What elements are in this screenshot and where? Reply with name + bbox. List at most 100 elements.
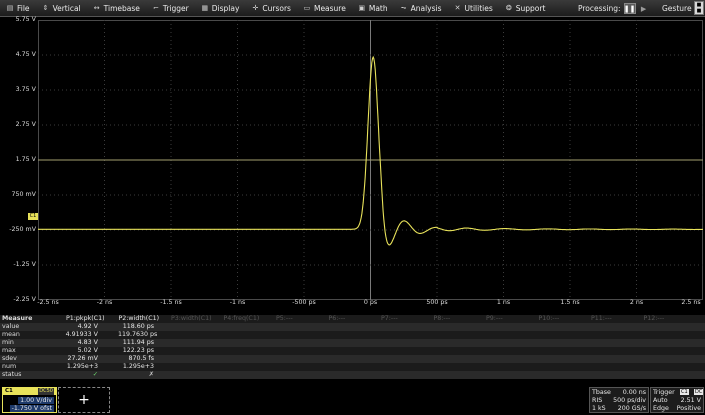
measure-p2-value: 1.295e+3 [122,363,154,370]
measure-p2-value: 118.60 ps [122,323,154,330]
measure-row-status: status ✓ ✗ [0,371,705,379]
channel-offset: -1.750 V ofst [9,405,54,412]
cursors-icon: ✛ [252,4,259,12]
measure-p1-value: 4.91933 V [65,331,98,338]
x-tick-label: 2.5 ns [681,299,701,306]
measure-row-label: sdev [2,355,17,362]
y-tick-label: 4.75 V [15,51,36,58]
measure-param-header[interactable]: P12:--- [644,315,665,323]
utilities-icon: ✕ [454,4,461,12]
y-tick-label: -2.25 V [13,296,36,303]
menu-math[interactable]: ▣ Math [352,0,394,17]
math-icon: ▣ [358,4,366,12]
measure-param-header[interactable]: P6:--- [329,315,346,323]
x-tick-label: 500 ps [426,299,448,306]
channel-vdiv: 1.00 V/div [18,397,54,404]
channel-c1-tag: C1 DC50 [3,388,56,395]
measure-param-header[interactable]: P8:--- [434,315,451,323]
measure-row-sdev: sdev 27.26 mV 870.5 fs [0,355,705,363]
menu-analysis[interactable]: ⏦ Analysis [394,0,448,17]
timebase-tdiv: 500 ps/div [613,397,646,404]
menu-label: Measure [313,3,346,13]
x-tick-label: 1.5 ns [560,299,580,306]
measure-table: Measure P1:pkpk(C1) P2:width(C1) P3:width(… [0,315,705,387]
menu-vertical[interactable]: ⇕ Vertical [36,0,87,17]
measure-p1-value: 4.92 V [77,323,98,330]
measure-param-header[interactable]: P7:--- [381,315,398,323]
y-tick-label: 2.75 V [15,121,36,128]
measure-p2-value: 870.5 fs [128,355,154,362]
measure-param-header[interactable]: P10:--- [539,315,560,323]
timebase-descriptor[interactable]: Tbase 0.00 ns RIS 500 ps/div 1 kS 200 GS… [589,387,649,413]
measure-row-value: value 4.92 V 118.60 ps [0,323,705,331]
measure-param-header[interactable]: P11:--- [591,315,612,323]
menu-support[interactable]: ❂ Support [499,0,552,17]
measure-row-label: max [2,347,16,354]
play-button[interactable]: ▶ [638,3,650,14]
measure-p2-value: 119.7630 ps [118,331,158,338]
add-trace-button[interactable]: + [58,387,110,413]
analysis-icon: ⏦ [400,3,407,12]
x-tick-label: 1 ns [496,299,511,306]
measure-param-header[interactable]: P4:freq(C1) [224,315,260,323]
file-icon: ▤ [6,4,14,12]
measure-row-min: min 4.83 V 111.94 ps [0,339,705,347]
y-tick-label: -250 mV [9,226,36,233]
menu-timebase[interactable]: ↔ Timebase [87,0,146,17]
channel-ground-marker[interactable]: C1 [28,213,38,220]
y-tick-label: 1.75 V [15,156,36,163]
measure-param-header[interactable]: P3:width(C1) [171,315,212,323]
menu-label: Analysis [410,3,442,13]
menu-label: Display [211,3,240,13]
status-cross-icon: ✗ [148,371,154,378]
trigger-icon: ⌐ [152,4,159,12]
measure-param-header[interactable]: P5:--- [276,315,293,323]
measure-icon: ▭ [303,4,311,12]
timebase-icon: ↔ [93,4,100,12]
x-tick-label: -2 ns [96,299,113,306]
x-tick-label: 0 ps [363,299,378,306]
measure-p1-value: 5.02 V [77,347,98,354]
measure-row-label: mean [2,331,20,338]
menu-display[interactable]: ▦ Display [195,0,246,17]
timebase-mode: RIS [592,397,603,404]
y-tick-label: 750 mV [11,191,36,198]
measure-row-label: num [2,363,17,370]
waveform-grid[interactable] [38,20,703,300]
menu-cursors[interactable]: ✛ Cursors [245,0,297,17]
vertical-icon: ⇕ [42,4,49,12]
y-tick-label: -1.25 V [13,261,36,268]
measure-p1-value: 27.26 mV [67,355,98,362]
measure-row-label: value [2,323,20,330]
measure-param-header[interactable]: P9:--- [486,315,503,323]
x-tick-label: -1.5 ns [160,299,182,306]
measure-row-label: status [2,371,22,378]
menu-measure[interactable]: ▭ Measure [297,0,352,17]
gesture-mode[interactable]: Gesture [662,0,692,17]
grid-lines [38,20,703,300]
trigger-level: 2.51 V [680,397,701,404]
timebase-title: Tbase [592,389,611,396]
pause-button[interactable]: ❚❚ [623,3,636,14]
menu-label: Trigger [162,3,189,13]
trigger-slope: Positive [676,405,701,412]
trigger-source-tag: C1 [680,389,689,395]
measure-param-header[interactable]: P1:pkpk(C1) [66,315,105,323]
menu-label: Support [515,3,546,13]
measure-p2-value: 122.23 ps [122,347,154,354]
menu-trigger[interactable]: ⌐ Trigger [146,0,195,17]
trigger-title: Trigger [653,389,675,396]
menu-label: Timebase [103,3,140,13]
channel-c1-descriptor[interactable]: C1 DC50 1.00 V/div -1.750 V ofst [2,387,57,413]
measure-title: Measure [2,315,33,322]
menu-file[interactable]: ▤ File [0,0,36,17]
trigger-descriptor[interactable]: Trigger C1 DC Auto 2.51 V Edge Positive [650,387,704,413]
trigger-type: Edge [653,405,669,412]
menu-utilities[interactable]: ✕ Utilities [448,0,499,17]
measure-param-header[interactable]: P2:width(C1) [119,315,160,323]
menu-label: Utilities [464,3,493,13]
y-tick-label: 3.75 V [15,86,36,93]
measure-row-num: num 1.295e+3 1.295e+3 [0,363,705,371]
scope-status-icon[interactable]: ■ ■ [694,1,704,15]
support-icon: ❂ [505,4,512,12]
